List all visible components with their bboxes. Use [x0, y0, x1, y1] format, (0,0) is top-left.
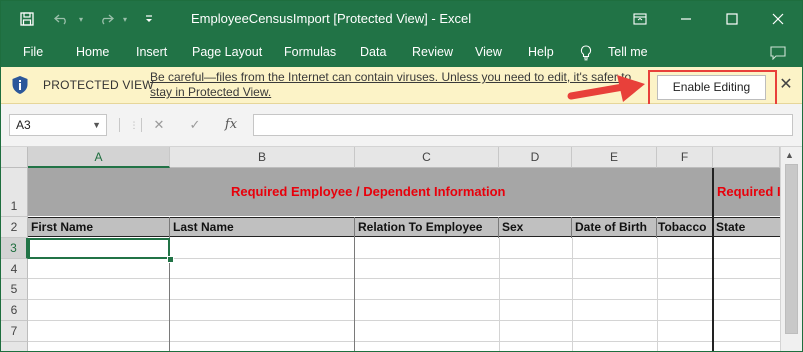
formula-bar: A3 ▼ ⋮ ✕ ✓ fx — [1, 104, 802, 147]
protected-view-label: PROTECTED VIEW — [43, 78, 154, 92]
undo-dropdown-icon[interactable]: ▾ — [75, 1, 87, 37]
gridline — [28, 320, 780, 321]
redo-dropdown-icon[interactable]: ▾ — [119, 1, 131, 37]
formula-input[interactable] — [253, 114, 793, 136]
scrollbar-thumb[interactable] — [785, 164, 798, 334]
maximize-icon[interactable] — [709, 1, 755, 37]
column-header-c[interactable]: C — [355, 147, 499, 168]
header-last-name[interactable]: Last Name — [170, 217, 355, 237]
name-box-dropdown-icon[interactable]: ▼ — [92, 115, 101, 135]
select-all-corner[interactable] — [1, 147, 28, 168]
close-icon[interactable] — [755, 1, 801, 37]
window-title: EmployeeCensusImport [Protected View] - … — [191, 11, 472, 26]
gridline — [28, 278, 780, 279]
column-border — [656, 217, 657, 238]
comments-icon[interactable] — [770, 37, 786, 67]
lightbulb-icon[interactable] — [580, 37, 592, 67]
header-first-name[interactable]: First Name — [28, 217, 170, 237]
protected-view-close-icon[interactable]: ✕ — [777, 74, 795, 96]
row-header-2[interactable]: 2 — [1, 217, 28, 238]
column-header-d[interactable]: D — [499, 147, 572, 168]
insert-function-icon[interactable]: fx — [220, 114, 242, 136]
row-header-7[interactable]: 7 — [1, 321, 28, 342]
formula-bar-separator — [141, 118, 142, 132]
formula-bar-separator — [119, 118, 120, 132]
required-employee-heading: Required Employee / Dependent Informatio… — [231, 184, 506, 199]
required-right-heading: Required I — [717, 184, 780, 199]
enable-editing-button[interactable]: Enable Editing — [657, 75, 766, 100]
quick-access-toolbar: ▾ ▾ — [15, 1, 159, 37]
fill-handle[interactable] — [167, 256, 174, 263]
confirm-entry-icon[interactable]: ✓ — [184, 114, 206, 136]
gridline — [28, 341, 780, 342]
column-header-g[interactable] — [713, 147, 780, 168]
gridline — [499, 238, 500, 351]
column-header-a[interactable]: A — [28, 147, 170, 168]
ribbon-display-icon[interactable] — [617, 1, 663, 37]
section-divider — [712, 168, 714, 351]
column-header-e[interactable]: E — [572, 147, 657, 168]
tab-review[interactable]: Review — [412, 37, 453, 67]
row-header-1[interactable]: 1 — [1, 168, 28, 217]
row-header-6[interactable]: 6 — [1, 300, 28, 321]
column-header-b[interactable]: B — [170, 147, 355, 168]
cancel-entry-icon[interactable]: ✕ — [148, 114, 170, 136]
redo-icon[interactable] — [93, 1, 119, 37]
ribbon-tabs: File Home Insert Page Layout Formulas Da… — [1, 37, 802, 67]
title-bar: ▾ ▾ EmployeeCensusImport [Protected View… — [1, 1, 802, 37]
tab-page-layout[interactable]: Page Layout — [192, 37, 262, 67]
shield-icon — [12, 76, 28, 94]
vertical-scrollbar[interactable]: ▲ — [780, 147, 802, 351]
tab-help[interactable]: Help — [528, 37, 554, 67]
undo-icon[interactable] — [49, 1, 75, 37]
customize-qat-icon[interactable] — [139, 1, 159, 37]
column-header-f[interactable]: F — [657, 147, 713, 168]
tab-insert[interactable]: Insert — [136, 37, 167, 67]
tab-view[interactable]: View — [475, 37, 502, 67]
minimize-icon[interactable] — [663, 1, 709, 37]
tab-data[interactable]: Data — [360, 37, 386, 67]
gridline — [572, 238, 573, 351]
column-border — [498, 217, 499, 238]
save-icon[interactable] — [15, 1, 39, 37]
column-border — [354, 217, 355, 351]
row-header-3[interactable]: 3 — [1, 238, 28, 259]
tab-formulas[interactable]: Formulas — [284, 37, 336, 67]
header-state[interactable]: State — [713, 217, 780, 237]
header-sex[interactable]: Sex — [499, 217, 572, 237]
scroll-up-icon[interactable]: ▲ — [785, 150, 794, 160]
tab-home[interactable]: Home — [76, 37, 109, 67]
row-header-5[interactable]: 5 — [1, 279, 28, 300]
active-cell-a3[interactable] — [28, 238, 170, 259]
spreadsheet-grid: A B C D E F 1 2 3 4 5 6 7 Required Emplo… — [1, 147, 802, 351]
name-box-value: A3 — [16, 118, 31, 132]
gridline — [28, 299, 780, 300]
gridline — [657, 238, 658, 351]
header-tobacco[interactable]: Tobacco — [657, 217, 713, 237]
header-relation[interactable]: Relation To Employee — [355, 217, 499, 237]
tab-file[interactable]: File — [23, 37, 43, 67]
row-header-4[interactable]: 4 — [1, 259, 28, 279]
header-date-of-birth[interactable]: Date of Birth — [572, 217, 657, 237]
row-header-8[interactable] — [1, 342, 28, 351]
tell-me-box[interactable]: Tell me — [608, 37, 648, 67]
column-border — [571, 217, 572, 238]
excel-window: ▾ ▾ EmployeeCensusImport [Protected View… — [0, 0, 803, 352]
name-box[interactable]: A3 ▼ — [9, 114, 107, 136]
